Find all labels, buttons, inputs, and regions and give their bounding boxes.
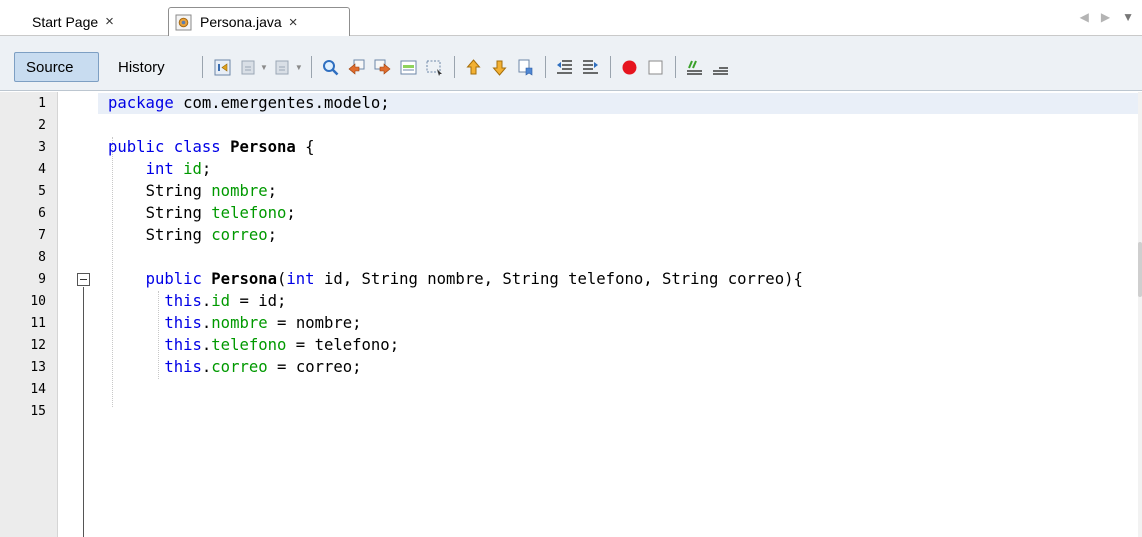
previous-bookmark-icon[interactable] bbox=[463, 56, 485, 78]
line-number: 15 bbox=[30, 404, 46, 419]
scrollbar-thumb[interactable] bbox=[1138, 242, 1142, 297]
tab-start-page[interactable]: Start Page × bbox=[18, 7, 168, 36]
toggle-bookmark-icon[interactable] bbox=[515, 56, 537, 78]
toolbar-separator bbox=[202, 56, 203, 78]
line-number-gutter: 1 2 3 4 5 6 7 8 9 10 11 12 13 14 15 bbox=[0, 92, 58, 537]
find-next-icon[interactable] bbox=[372, 56, 394, 78]
tab-label: Persona.java bbox=[200, 14, 282, 30]
source-button[interactable]: Source bbox=[14, 52, 99, 82]
fold-guide-line bbox=[83, 287, 84, 537]
tab-navigation: ◀ ▶ ▼ bbox=[1080, 10, 1134, 24]
line-number: 14 bbox=[30, 382, 46, 397]
toolbar-separator bbox=[453, 56, 455, 78]
editor-tool-buttons: ▼ ▼ bbox=[196, 54, 734, 80]
rectangular-selection-icon[interactable] bbox=[424, 56, 446, 78]
line-number: 9 bbox=[38, 272, 46, 287]
editor-toolbar: Source History ▼ ▼ bbox=[0, 36, 1142, 91]
code-editor[interactable]: 1 2 3 4 5 6 7 8 9 10 11 12 13 14 15 pack… bbox=[0, 92, 1142, 537]
uncomment-icon[interactable] bbox=[710, 56, 732, 78]
start-macro-icon[interactable] bbox=[619, 56, 641, 78]
code-line[interactable]: this.id = id; bbox=[108, 291, 286, 312]
code-line[interactable]: this.telefono = telefono; bbox=[108, 335, 399, 356]
collapse-fold-icon[interactable] bbox=[77, 273, 90, 286]
tab-label: Start Page bbox=[32, 13, 99, 30]
toolbar-separator bbox=[310, 56, 312, 78]
line-number: 6 bbox=[38, 206, 46, 221]
show-opened-documents-icon[interactable]: ▼ bbox=[1122, 10, 1134, 24]
toolbar-separator bbox=[609, 56, 611, 78]
line-number: 13 bbox=[30, 360, 46, 375]
code-line[interactable]: this.nombre = nombre; bbox=[108, 313, 361, 334]
code-line[interactable]: package com.emergentes.modelo; bbox=[108, 93, 390, 114]
line-number: 4 bbox=[38, 162, 46, 177]
line-number: 8 bbox=[38, 250, 46, 265]
back-icon[interactable] bbox=[237, 56, 259, 78]
code-line[interactable]: int id; bbox=[108, 159, 212, 180]
editor-tab-bar: Start Page × Persona.java × ◀ ▶ ▼ bbox=[0, 0, 1142, 36]
line-number: 10 bbox=[30, 294, 46, 309]
history-button[interactable]: History bbox=[108, 52, 188, 82]
shift-left-icon[interactable] bbox=[554, 56, 576, 78]
next-bookmark-icon[interactable] bbox=[489, 56, 511, 78]
tab-persona-java[interactable]: Persona.java × bbox=[168, 7, 350, 36]
line-number: 2 bbox=[38, 118, 46, 133]
shift-right-icon[interactable] bbox=[580, 56, 602, 78]
line-number: 1 bbox=[38, 96, 46, 111]
java-file-icon bbox=[175, 14, 192, 30]
forward-icon[interactable] bbox=[272, 56, 294, 78]
chevron-down-icon[interactable]: ▼ bbox=[295, 63, 303, 72]
close-icon[interactable]: × bbox=[289, 15, 298, 30]
comment-icon[interactable] bbox=[684, 56, 706, 78]
scroll-tabs-left-icon[interactable]: ◀ bbox=[1080, 10, 1089, 24]
toggle-highlight-icon[interactable] bbox=[398, 56, 420, 78]
last-edit-icon[interactable] bbox=[211, 56, 233, 78]
vertical-scrollbar[interactable] bbox=[1138, 92, 1142, 537]
stop-macro-icon[interactable] bbox=[645, 56, 667, 78]
code-line[interactable]: public class Persona { bbox=[108, 137, 315, 158]
chevron-down-icon[interactable]: ▼ bbox=[260, 63, 268, 72]
find-previous-icon[interactable] bbox=[346, 56, 368, 78]
code-line[interactable]: public Persona(int id, String nombre, St… bbox=[108, 269, 803, 290]
find-selection-icon[interactable] bbox=[320, 56, 342, 78]
line-number: 7 bbox=[38, 228, 46, 243]
code-line[interactable]: String telefono; bbox=[108, 203, 296, 224]
code-line[interactable]: this.correo = correo; bbox=[108, 357, 361, 378]
code-line[interactable]: String correo; bbox=[108, 225, 277, 246]
scroll-tabs-right-icon[interactable]: ▶ bbox=[1101, 10, 1110, 24]
close-icon[interactable]: × bbox=[105, 14, 114, 29]
line-number: 3 bbox=[38, 140, 46, 155]
fold-margin bbox=[58, 92, 98, 537]
toolbar-separator bbox=[544, 56, 546, 78]
code-line[interactable]: String nombre; bbox=[108, 181, 277, 202]
line-number: 5 bbox=[38, 184, 46, 199]
line-number: 12 bbox=[30, 338, 46, 353]
toolbar-separator bbox=[674, 56, 676, 78]
line-number: 11 bbox=[30, 316, 46, 331]
